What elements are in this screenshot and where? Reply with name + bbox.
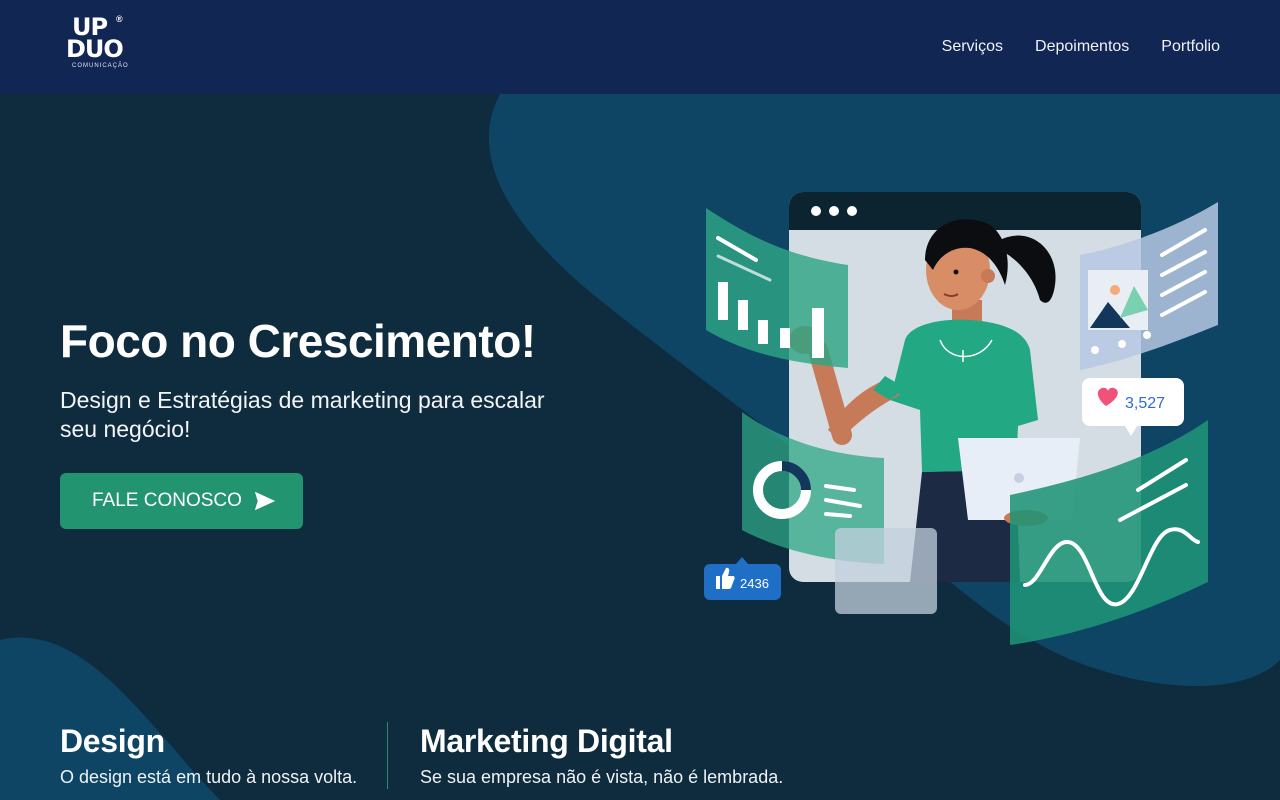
feature-divider [387,722,388,789]
site-header: UP ® DUO COMUNICAÇÃO Serviços Depoimento… [0,0,1280,94]
main-nav: Serviços Depoimentos Portfolio [942,37,1220,57]
features-section: Design O design está em tudo à nossa vol… [60,722,783,789]
likes-count: 3,527 [1125,395,1165,412]
feature-design-text: O design está em tudo à nossa volta. [60,767,358,787]
hero-subtitle: Design e Estratégias de marketing para e… [60,387,545,442]
feature-design-title: Design [60,723,165,759]
feature-marketing: Marketing Digital Se sua empresa não é v… [420,722,783,789]
hero-illustration: 3,527 2436 [700,190,1230,650]
nav-link-depoimentos[interactable]: Depoimentos [1035,37,1129,57]
feature-marketing-title: Marketing Digital [420,723,673,759]
cta-label: FALE CONOSCO [92,490,242,511]
feature-design: Design O design está em tudo à nossa vol… [60,722,387,789]
thumbs-count: 2436 [740,576,769,591]
nav-link-portfolio[interactable]: Portfolio [1161,37,1220,57]
thumbs-up-badge: 2436 [704,557,781,600]
marketing-woman-illustration: 3,527 2436 [704,192,1218,645]
send-icon [254,491,275,511]
contact-cta-button[interactable]: FALE CONOSCO [60,473,303,529]
logo-line-duo: DUO [66,35,124,63]
feature-marketing-text: Se sua empresa não é vista, não é lembra… [420,767,784,787]
logo-registered-mark: ® [116,14,123,24]
brand-logo[interactable]: UP ® DUO COMUNICAÇÃO [66,14,140,74]
nav-link-servicos[interactable]: Serviços [942,37,1003,57]
hero-title: Foco no Crescimento! [60,315,536,367]
hero-section: Foco no Crescimento! Design e Estratégia… [60,312,620,529]
logo-subtitle: COMUNICAÇÃO [72,63,129,69]
